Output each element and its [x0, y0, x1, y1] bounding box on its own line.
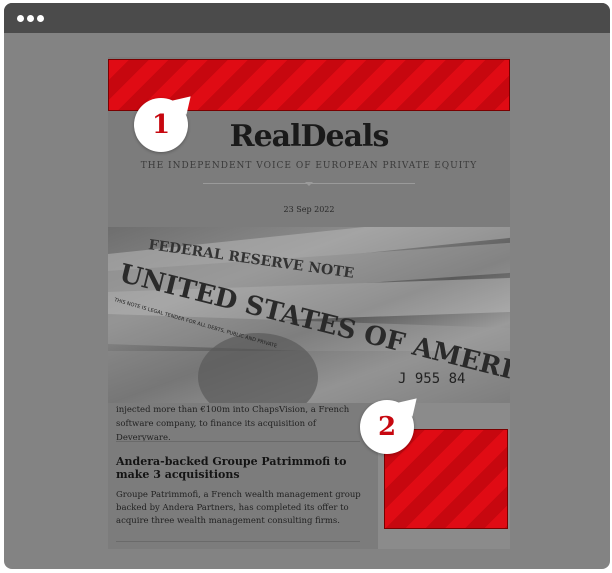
callout-badge-1: 1	[134, 98, 188, 152]
banknote-illustration: UNITED STATES OF AMERICA FEDERAL RESERVE…	[108, 227, 510, 403]
window-control-dot[interactable]	[37, 15, 44, 22]
brand-tagline: THE INDEPENDENT VOICE OF EUROPEAN PRIVAT…	[140, 161, 478, 171]
issue-date: 23 Sep 2022	[283, 205, 335, 214]
browser-window: RealDeals THE INDEPENDENT VOICE OF EUROP…	[4, 3, 610, 569]
article-body: Groupe Patrimmofi, a French wealth manag…	[116, 490, 361, 526]
svg-text:J 955 84: J 955 84	[398, 371, 465, 387]
article-snippet: injected more than €100m into ChapsVisio…	[116, 405, 350, 443]
article-divider	[116, 441, 360, 442]
article-headline[interactable]: Andera-backed Groupe Patrimmofi to make …	[116, 455, 366, 481]
title-bar	[4, 3, 610, 33]
hero-image-banknotes[interactable]: UNITED STATES OF AMERICA FEDERAL RESERVE…	[108, 227, 510, 403]
article-divider	[116, 541, 360, 542]
callout-badge-2: 2	[360, 400, 414, 454]
window-control-dot[interactable]	[17, 15, 24, 22]
chevron-down-icon	[305, 182, 313, 186]
window-control-dot[interactable]	[27, 15, 34, 22]
